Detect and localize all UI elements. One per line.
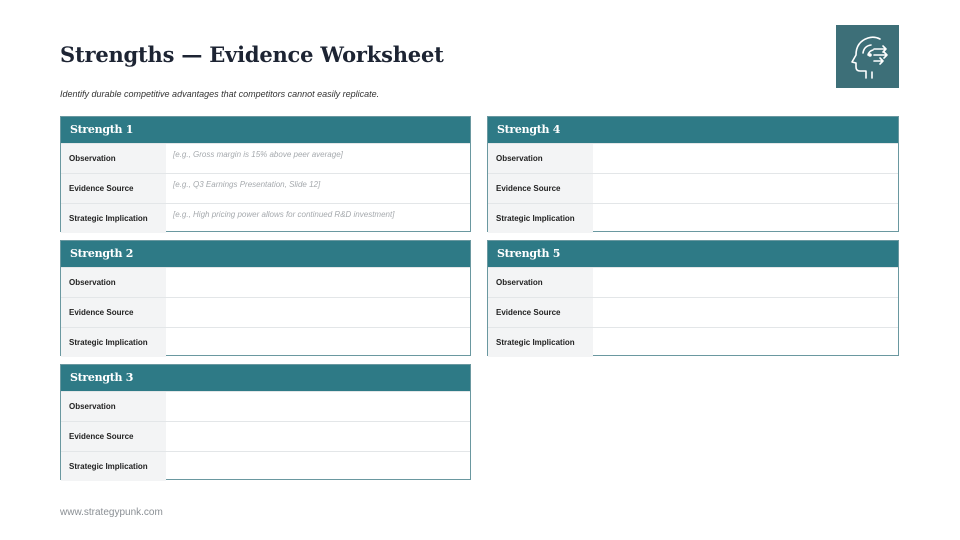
evidence-source-label: Evidence Source [61,174,166,203]
strategic-implication-label: Strategic Implication [61,452,166,481]
strategic-implication-field[interactable] [593,328,898,357]
strategic-implication-field[interactable] [593,204,898,233]
observation-field[interactable] [166,392,470,421]
strength-card-2: Strength 2 Observation Evidence Source S… [60,240,471,357]
strength-card-title: Strength 4 [488,117,898,143]
observation-row: Observation [e.g., Gross margin is 15% a… [61,143,470,173]
strategic-implication-row: Strategic Implication [e.g., High pricin… [61,203,470,233]
page-title: Strengths — Evidence Worksheet [60,42,444,67]
evidence-source-field[interactable] [593,174,898,203]
strategic-implication-label: Strategic Implication [61,204,166,233]
evidence-source-row: Evidence Source [e.g., Q3 Earnings Prese… [61,173,470,203]
evidence-source-label: Evidence Source [61,422,166,451]
observation-field[interactable]: [e.g., Gross margin is 15% above peer av… [166,144,470,173]
strength-card-title: Strength 3 [61,365,470,391]
head-arrows-icon [851,36,888,79]
strategic-implication-field[interactable]: [e.g., High pricing power allows for con… [166,204,470,233]
observation-label: Observation [61,144,166,173]
observation-field[interactable] [166,268,470,297]
evidence-source-field[interactable]: [e.g., Q3 Earnings Presentation, Slide 1… [166,174,470,203]
strategic-implication-row: Strategic Implication [488,203,898,233]
strength-card-5: Strength 5 Observation Evidence Source S… [487,240,899,357]
strength-card-3: Strength 3 Observation Evidence Source S… [60,364,471,481]
observation-field[interactable] [593,144,898,173]
observation-label: Observation [61,392,166,421]
observation-row: Observation [61,267,470,297]
observation-row: Observation [488,267,898,297]
strategic-implication-row: Strategic Implication [61,327,470,357]
observation-row: Observation [61,391,470,421]
strength-card-title: Strength 2 [61,241,470,267]
evidence-source-label: Evidence Source [488,298,593,327]
strategic-implication-label: Strategic Implication [488,204,593,233]
strategic-implication-label: Strategic Implication [488,328,593,357]
evidence-source-row: Evidence Source [61,297,470,327]
observation-label: Observation [488,144,593,173]
observation-label: Observation [61,268,166,297]
page-subtitle: Identify durable competitive advantages … [60,89,380,99]
strategic-implication-label: Strategic Implication [61,328,166,357]
strategic-implication-field[interactable] [166,328,470,357]
strength-card-1: Strength 1 Observation [e.g., Gross marg… [60,116,471,233]
evidence-source-row: Evidence Source [488,297,898,327]
strategic-implication-row: Strategic Implication [61,451,470,481]
observation-field[interactable] [593,268,898,297]
strength-card-4: Strength 4 Observation Evidence Source S… [487,116,899,233]
strength-card-title: Strength 5 [488,241,898,267]
observation-row: Observation [488,143,898,173]
evidence-source-row: Evidence Source [61,421,470,451]
evidence-source-row: Evidence Source [488,173,898,203]
strategic-implication-row: Strategic Implication [488,327,898,357]
evidence-source-label: Evidence Source [488,174,593,203]
evidence-source-field[interactable] [166,298,470,327]
evidence-source-field[interactable] [593,298,898,327]
strategic-implication-field[interactable] [166,452,470,481]
observation-label: Observation [488,268,593,297]
logo-badge [836,25,899,88]
evidence-source-field[interactable] [166,422,470,451]
footer-url: www.strategypunk.com [60,507,163,518]
strength-card-title: Strength 1 [61,117,470,143]
evidence-source-label: Evidence Source [61,298,166,327]
